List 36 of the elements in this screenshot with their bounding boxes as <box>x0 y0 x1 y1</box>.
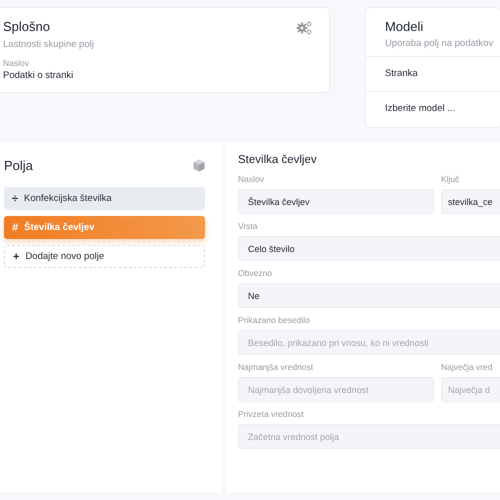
field-label: Najmanjša vrednost <box>238 362 314 372</box>
input-field[interactable]: Celo število <box>238 236 500 261</box>
input-field[interactable]: Ne <box>238 283 500 308</box>
model-item[interactable]: Stranka <box>366 57 500 92</box>
settings-icon[interactable] <box>296 21 312 35</box>
field-item-label: Dodajte novo polje <box>25 251 104 262</box>
input-field[interactable]: Začetna vrednost polja <box>238 424 500 449</box>
add-field-button[interactable]: + Dodajte novo polje <box>4 245 205 268</box>
editor-title: Stevilka čevljev <box>238 154 318 166</box>
input-field[interactable]: Najmanjša dovoljena vrednost <box>238 377 434 402</box>
field-item-label: Številka čevljev <box>24 222 94 233</box>
field-type-icon: ÷ <box>12 192 18 204</box>
card-title: Splošno <box>3 19 50 34</box>
field-label: Ključ <box>441 174 460 184</box>
input-field[interactable]: Besedilo, prikazano pri vnosu, ko ni vrednosti <box>238 330 500 355</box>
field-type-icon: # <box>12 222 18 234</box>
field-value: Podatki o stranki <box>3 70 74 81</box>
plus-icon: + <box>13 250 20 262</box>
field-label: Naslov <box>3 58 30 68</box>
input-field[interactable]: stevilka_ce <box>441 189 500 214</box>
cube-icon <box>193 159 205 172</box>
panel-title: Polja <box>4 158 33 173</box>
field-label: Največja vred <box>441 362 494 372</box>
field-label: Prikazano besedilo <box>238 315 311 325</box>
card-subtitle: Uporaba polj na podatkov <box>384 38 494 49</box>
field-label: Obvezno <box>238 268 274 278</box>
field-item-label: Konfekcijska številka <box>24 193 112 204</box>
field-label: Privzeta vrednost <box>238 409 305 419</box>
field-item[interactable]: ÷ Konfekcijska številka <box>4 187 205 210</box>
field-label: Naslov <box>238 174 265 184</box>
field-label: Vrsta <box>238 221 259 231</box>
card-title: Modeli <box>384 19 424 34</box>
model-item[interactable]: Izberite model ... <box>366 92 500 126</box>
input-field[interactable]: Največja d <box>441 377 500 402</box>
input-field[interactable]: Številka čevljev <box>238 189 434 214</box>
card-subtitle: Lastnosti skupine polj <box>3 39 95 50</box>
